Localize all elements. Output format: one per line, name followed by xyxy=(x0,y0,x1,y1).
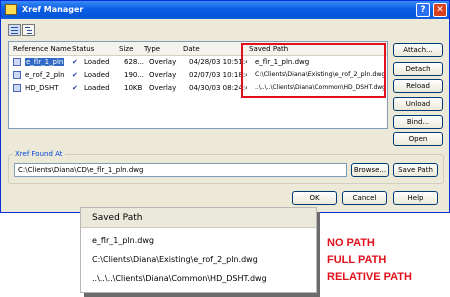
drawing-file-icon xyxy=(13,84,21,92)
callout-header: Saved Path xyxy=(81,208,316,228)
row-date: 04/28/03 10:51:4... xyxy=(189,58,247,66)
found-at-path-field[interactable]: C:\Clients\Diana\CD\e_flr_1_pln.dwg xyxy=(14,163,347,177)
list-view-button[interactable] xyxy=(8,24,21,36)
browse-button[interactable]: Browse... xyxy=(351,163,389,177)
col-type[interactable]: Type xyxy=(144,45,160,53)
title-bar[interactable]: Xref Manager ? ✕ xyxy=(1,1,449,19)
row-name: e_flr_1_pln xyxy=(25,58,65,66)
open-button[interactable]: Open xyxy=(393,132,443,146)
row-name: e_rof_2_pln xyxy=(25,71,65,79)
row-size: 10KB xyxy=(124,84,143,92)
loaded-check-icon: ✔ xyxy=(72,84,78,92)
attach-button[interactable]: Attach... xyxy=(393,43,443,57)
window-title: Xref Manager xyxy=(22,5,84,14)
help-button[interactable]: Help xyxy=(393,191,438,205)
detach-button[interactable]: Detach xyxy=(393,62,443,76)
loaded-check-icon: ✔ xyxy=(72,58,78,66)
ok-button[interactable]: OK xyxy=(292,191,337,205)
saved-path-callout: Saved Path e_flr_1_pln.dwg C:\Clients\Di… xyxy=(80,207,317,293)
row-size: 190... xyxy=(124,71,144,79)
full-path-label: FULL PATH xyxy=(327,254,387,266)
callout-header-label: Saved Path xyxy=(92,213,143,223)
cancel-button[interactable]: Cancel xyxy=(342,191,387,205)
bind-button[interactable]: Bind... xyxy=(393,115,443,129)
callout-row: e_flr_1_pln.dwg xyxy=(92,236,154,245)
row-size: 628... xyxy=(124,58,144,66)
tree-view-button[interactable] xyxy=(22,24,35,36)
xref-found-at-label: Xref Found At xyxy=(13,150,65,158)
col-status[interactable]: Status xyxy=(72,45,94,53)
col-size[interactable]: Size xyxy=(119,45,133,53)
callout-row: ..\..\..\Clients\Diana\Common\HD_DSHT.dw… xyxy=(92,274,267,283)
relative-path-label: RELATIVE PATH xyxy=(327,271,412,283)
close-button[interactable]: ✕ xyxy=(433,3,447,17)
callout-row: C:\Clients\Diana\Existing\e_rof_2_pln.dw… xyxy=(92,255,258,264)
col-reference-name[interactable]: Reference Name xyxy=(13,45,71,53)
help-title-button[interactable]: ? xyxy=(416,3,430,17)
xref-manager-app-icon xyxy=(5,4,17,15)
row-status: Loaded xyxy=(84,71,110,79)
saved-path-highlight xyxy=(241,43,386,98)
row-status: Loaded xyxy=(84,58,110,66)
row-type: Overlay xyxy=(149,58,177,66)
loaded-check-icon: ✔ xyxy=(72,71,78,79)
row-date: 04/30/03 08:24:4... xyxy=(189,84,247,92)
row-type: Overlay xyxy=(149,84,177,92)
drawing-file-icon xyxy=(13,58,21,66)
reload-button[interactable]: Reload xyxy=(393,79,443,93)
save-path-button[interactable]: Save Path xyxy=(393,163,438,177)
no-path-label: NO PATH xyxy=(327,237,375,249)
col-date[interactable]: Date xyxy=(183,45,200,53)
row-date: 02/07/03 10:18:4... xyxy=(189,71,247,79)
row-status: Loaded xyxy=(84,84,110,92)
drawing-file-icon xyxy=(13,71,21,79)
xref-manager-window: Xref Manager ? ✕ Reference Name Status S… xyxy=(0,0,450,213)
unload-button[interactable]: Unload xyxy=(393,97,443,111)
row-name: HD_DSHT xyxy=(25,84,59,92)
row-type: Overlay xyxy=(149,71,177,79)
